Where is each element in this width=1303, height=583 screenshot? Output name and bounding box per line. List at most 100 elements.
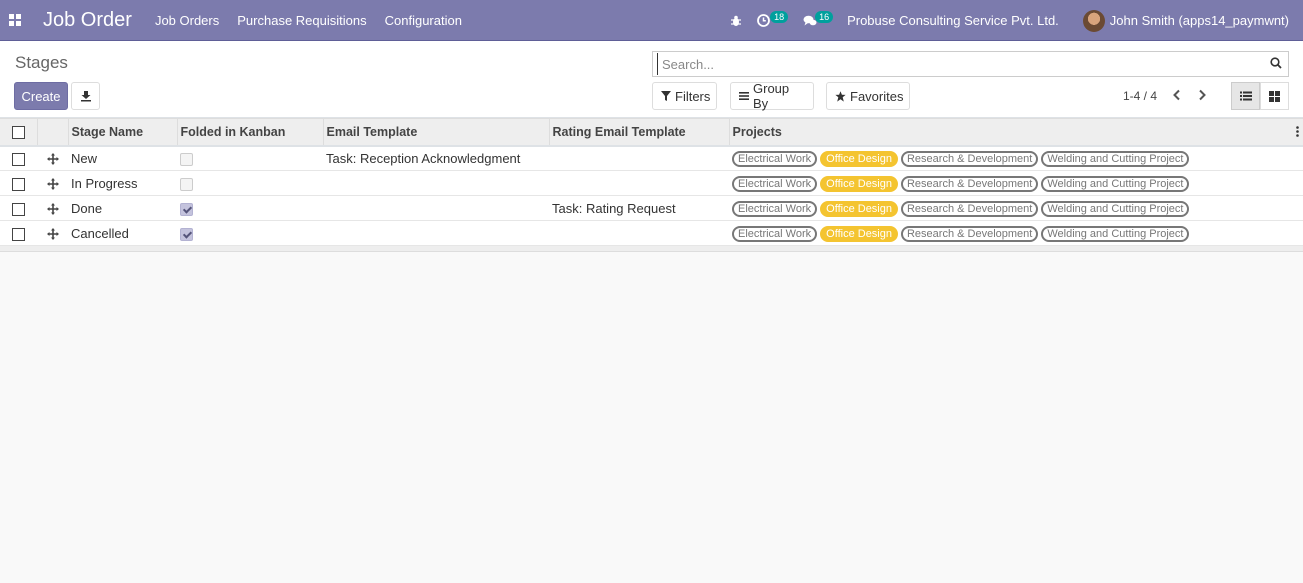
favorites-label: Favorites <box>850 88 904 104</box>
project-tag: Electrical Work <box>732 200 818 217</box>
list-view-icon <box>1239 91 1252 101</box>
project-tag: Office Design <box>820 200 898 217</box>
email-template-cell <box>323 221 549 246</box>
folded-cell <box>177 171 323 196</box>
column-stage-name[interactable]: Stage Name <box>68 118 178 146</box>
export-button[interactable] <box>71 82 100 110</box>
pager-value[interactable]: 1-4 / 4 <box>1123 89 1157 103</box>
drag-handle-icon[interactable] <box>46 228 59 241</box>
project-tag: Electrical Work <box>732 225 818 242</box>
column-projects[interactable]: Projects <box>729 119 1303 146</box>
pager-next-button[interactable] <box>1197 88 1207 104</box>
menu-configuration[interactable]: Configuration <box>376 0 471 41</box>
rating-template-cell <box>549 221 729 246</box>
groupby-button[interactable]: Group By <box>730 81 814 111</box>
table-row[interactable]: Cancelled Electrical Work Office Design Re… <box>0 221 1303 246</box>
filters-label: Filters <box>675 88 711 104</box>
row-handle-cell <box>37 196 68 221</box>
filter-icon <box>661 91 671 101</box>
table-header-row: Stage Name Folded in Kanban Email Templa… <box>0 118 1303 146</box>
list-view-button[interactable] <box>1231 82 1260 110</box>
column-email-template[interactable]: Email Template <box>323 118 550 146</box>
star-icon <box>835 90 846 102</box>
debug-icon[interactable] <box>726 0 746 41</box>
stage-name-cell: Done <box>71 200 103 216</box>
row-checkbox[interactable] <box>12 177 25 191</box>
project-tag: Welding and Cutting Project <box>1041 175 1190 192</box>
column-rating-email-template[interactable]: Rating Email Template <box>549 118 730 146</box>
favorites-button[interactable]: Favorites <box>826 82 910 110</box>
column-projects-label: Projects <box>732 124 782 139</box>
company-switcher[interactable]: Probuse Consulting Service Pvt. Ltd. <box>847 13 1059 28</box>
avatar <box>1082 9 1105 32</box>
folded-checkbox <box>180 177 193 191</box>
projects-cell: Electrical Work Office Design Research & D… <box>729 196 1303 221</box>
rating-template-cell: Task: Rating Request <box>552 200 676 216</box>
list-bars-icon <box>739 91 749 101</box>
rating-template-cell <box>549 171 729 196</box>
search-icon[interactable] <box>1270 57 1282 72</box>
row-handle-cell <box>37 171 68 196</box>
project-tag: Office Design <box>820 150 898 167</box>
project-tag: Welding and Cutting Project <box>1041 200 1190 217</box>
row-checkbox[interactable] <box>12 227 25 241</box>
row-select-cell <box>0 146 37 171</box>
navbar-systray: 18 16 Probuse Consulting Service Pvt. Lt… <box>726 0 1303 41</box>
project-tag: Office Design <box>820 175 898 192</box>
folded-checkbox <box>180 227 193 241</box>
drag-handle-icon[interactable] <box>46 178 59 191</box>
project-tag: Electrical Work <box>732 175 818 192</box>
projects-cell: Electrical Work Office Design Research & D… <box>729 146 1303 171</box>
row-select-cell <box>0 221 37 246</box>
search-box <box>652 51 1289 77</box>
project-tag: Research & Development <box>900 200 1039 217</box>
select-all-checkbox[interactable] <box>11 125 25 139</box>
filters-button[interactable]: Filters <box>652 82 717 110</box>
kanban-view-button[interactable] <box>1260 82 1289 110</box>
breadcrumb-title: Stages <box>15 53 68 72</box>
menu-purchase-requisitions[interactable]: Purchase Requisitions <box>228 0 375 41</box>
handle-header <box>37 118 69 146</box>
email-template-cell <box>323 196 549 221</box>
project-tag: Research & Development <box>900 150 1039 167</box>
menu-job-orders[interactable]: Job Orders <box>146 0 228 41</box>
project-tag: Research & Development <box>900 175 1039 192</box>
email-template-cell: Task: Reception Acknowledgment <box>326 150 521 166</box>
messages-icon[interactable]: 16 <box>803 0 835 41</box>
row-checkbox[interactable] <box>12 152 25 166</box>
row-handle-cell <box>37 146 68 171</box>
projects-cell: Electrical Work Office Design Research & D… <box>729 171 1303 196</box>
table-row[interactable]: In Progress Electrical Work Office Design… <box>0 171 1303 196</box>
drag-handle-icon[interactable] <box>46 203 59 216</box>
project-tag: Electrical Work <box>732 150 818 167</box>
apps-menu-button[interactable] <box>0 0 30 41</box>
search-input[interactable] <box>657 53 1267 75</box>
messages-count-badge: 16 <box>815 11 834 23</box>
project-tag: Welding and Cutting Project <box>1041 150 1190 167</box>
rating-template-cell <box>549 146 729 171</box>
table-row[interactable]: New Task: Reception Acknowledgment Elect… <box>0 146 1303 171</box>
user-name: John Smith (apps14_paymwnt) <box>1109 13 1289 28</box>
table-footer <box>0 246 1303 252</box>
user-menu[interactable]: John Smith (apps14_paymwnt) <box>1082 9 1289 32</box>
chevron-left-icon <box>1173 89 1180 101</box>
pager-previous-button[interactable] <box>1172 88 1182 104</box>
optional-columns-icon[interactable] <box>1296 126 1299 140</box>
email-template-cell <box>323 171 549 196</box>
stage-name-cell: New <box>71 150 98 166</box>
row-select-cell <box>0 171 37 196</box>
chevron-right-icon <box>1199 89 1206 101</box>
download-icon <box>80 91 91 102</box>
create-button[interactable]: Create <box>14 82 68 110</box>
drag-handle-icon[interactable] <box>46 153 59 166</box>
folded-checkbox <box>180 202 193 216</box>
apps-grid-icon <box>9 14 21 26</box>
top-navbar: Job Order Job Orders Purchase Requisitio… <box>0 0 1303 41</box>
stages-table: Stage Name Folded in Kanban Email Templa… <box>0 118 1303 246</box>
project-tag: Welding and Cutting Project <box>1041 225 1190 242</box>
row-checkbox[interactable] <box>12 202 25 216</box>
column-folded-in-kanban[interactable]: Folded in Kanban <box>177 118 324 146</box>
stage-name-cell: Cancelled <box>71 225 129 241</box>
table-row[interactable]: Done Task: Rating Request Electrical Wor… <box>0 196 1303 221</box>
activity-clock-icon[interactable]: 18 <box>757 0 791 41</box>
